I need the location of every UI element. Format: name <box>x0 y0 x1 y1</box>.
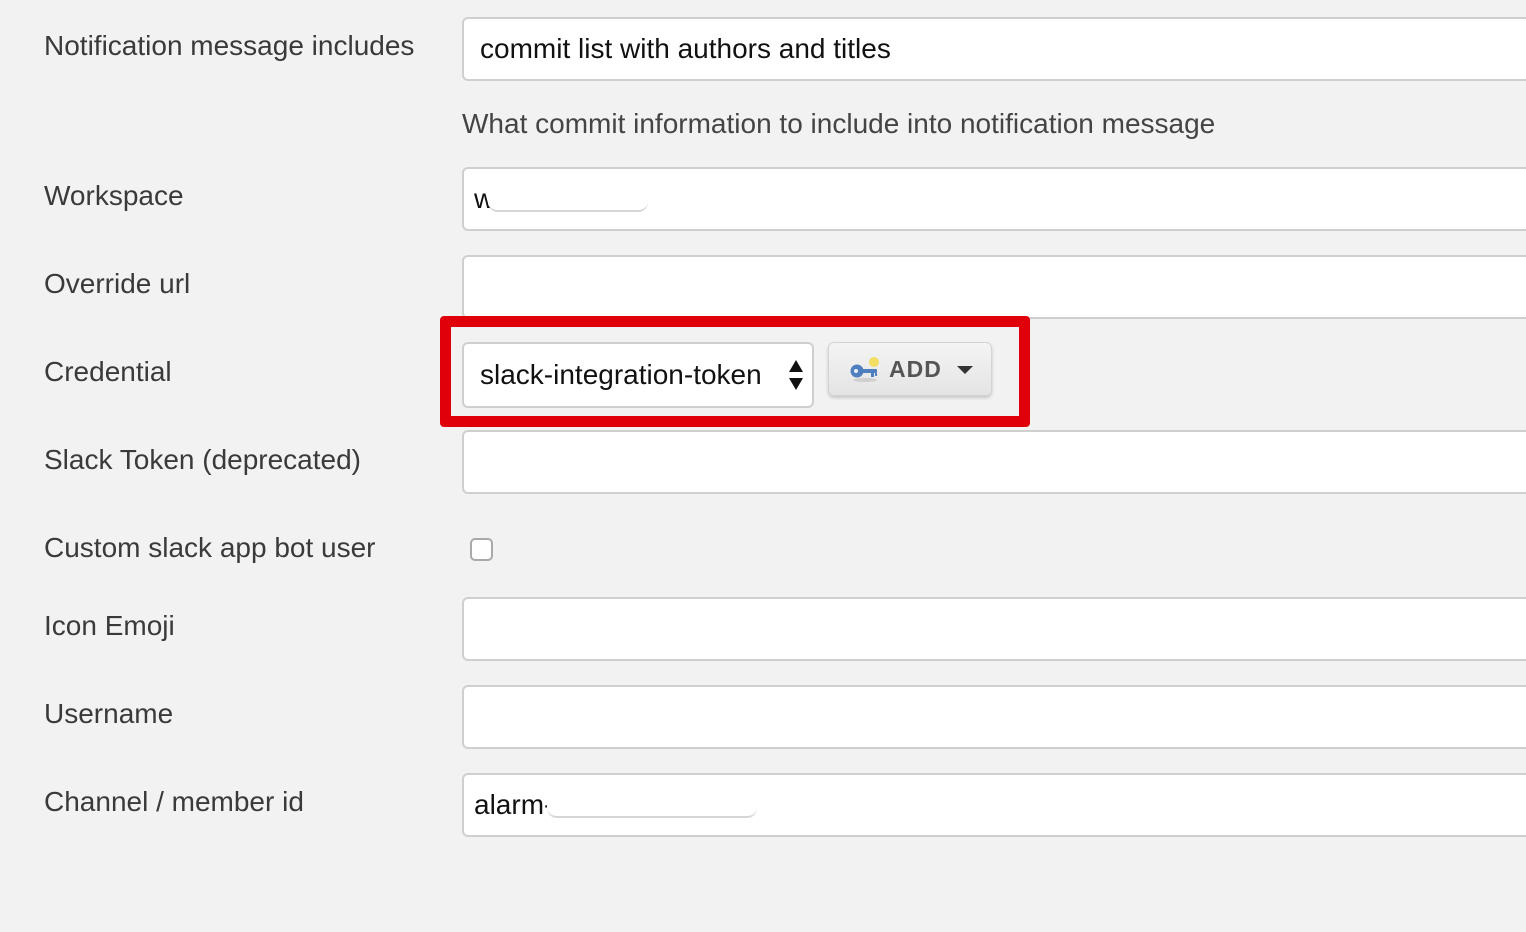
channel-label: Channel / member id <box>44 786 304 817</box>
notification-message-value: commit list with authors and titles <box>480 33 891 64</box>
slack-token-label: Slack Token (deprecated) <box>44 444 361 475</box>
credential-label: Credential <box>44 356 172 387</box>
add-credential-button[interactable]: ADD <box>828 342 992 396</box>
credential-select[interactable]: slack-integration-token <box>462 342 814 408</box>
username-input[interactable] <box>462 685 1526 749</box>
notification-message-select[interactable]: commit list with authors and titles <box>462 17 1526 81</box>
custom-bot-label: Custom slack app bot user <box>44 532 376 563</box>
icon-emoji-input[interactable] <box>462 597 1526 661</box>
select-arrows-icon <box>789 360 803 390</box>
key-icon <box>850 357 879 382</box>
override-url-label: Override url <box>44 268 191 299</box>
workspace-input[interactable]: w <box>462 167 1526 231</box>
workspace-label: Workspace <box>44 180 184 211</box>
workspace-redaction <box>488 186 649 212</box>
chevron-down-icon <box>957 366 973 374</box>
username-label: Username <box>44 698 174 729</box>
credential-selected-value: slack-integration-token <box>480 359 762 390</box>
custom-bot-checkbox[interactable] <box>470 538 493 561</box>
add-button-label: ADD <box>889 355 942 382</box>
notification-message-help: What commit information to include into … <box>462 108 1216 139</box>
notification-message-label: Notification message includes <box>44 30 415 61</box>
channel-value: alarm- <box>474 789 554 820</box>
override-url-input[interactable] <box>462 255 1526 319</box>
slack-token-input[interactable] <box>462 430 1526 494</box>
icon-emoji-label: Icon Emoji <box>44 610 175 641</box>
channel-redaction <box>547 792 758 818</box>
channel-input[interactable]: alarm- <box>462 773 1526 837</box>
